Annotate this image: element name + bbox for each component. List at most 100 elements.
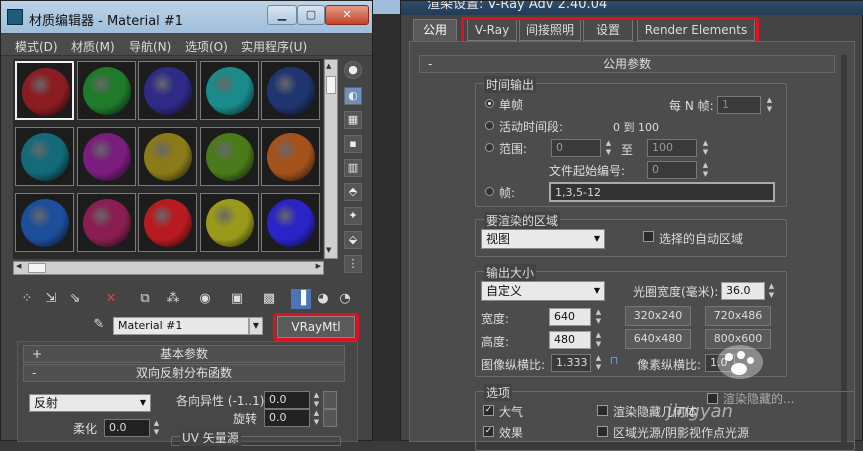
image-aspect-field[interactable]: 1.333 [551, 354, 591, 372]
width-spinner[interactable]: ▲ ▼ [594, 308, 603, 326]
make-unique-icon[interactable]: ⧉ [135, 289, 155, 309]
put-to-scene-icon[interactable]: ⇲ [41, 289, 61, 309]
anisotropy-map-button[interactable] [323, 391, 337, 409]
soften-field[interactable]: 0.0 [104, 419, 150, 437]
frames-field[interactable]: 1,3,5-12 [549, 182, 775, 202]
menu-utilities[interactable]: 实用程序(U) [241, 38, 307, 55]
assign-to-selection-icon[interactable]: ⇘ [65, 289, 85, 309]
get-material-icon[interactable]: ⁘ [17, 289, 37, 309]
menu-options[interactable]: 选项(O) [185, 38, 228, 55]
tab-common[interactable]: 公用 [413, 19, 457, 41]
effects-checkbox[interactable]: ✓ [483, 426, 494, 437]
height-spinner[interactable]: ▲ ▼ [594, 331, 603, 349]
frames-radio[interactable] [485, 187, 494, 196]
show-end-result-icon[interactable]: ▣ [227, 289, 247, 309]
preset-640x480-button[interactable]: 640x480 [625, 329, 691, 349]
single-frame-radio[interactable] [485, 99, 494, 108]
aperture-width-field[interactable]: 36.0 [721, 282, 765, 300]
close-button[interactable]: ✕ [325, 5, 369, 25]
soften-spinner[interactable]: ▲ ▼ [152, 419, 161, 437]
render-hidden-cut-checkbox[interactable] [707, 393, 718, 404]
anisotropy-field[interactable]: 0.0 [264, 391, 310, 409]
range-radio[interactable] [485, 143, 494, 152]
material-sample-slot[interactable] [261, 127, 320, 186]
material-name-dropdown-arrow[interactable]: ▼ [249, 317, 263, 335]
frames-label: 帧: [499, 186, 516, 200]
material-sample-slot[interactable] [15, 127, 74, 186]
file-start-number-spinner[interactable]: ▲ ▼ [701, 161, 710, 179]
rotation-field[interactable]: 0.0 [264, 409, 310, 427]
material-sample-slot[interactable] [199, 193, 259, 252]
maximize-button[interactable]: ▢ [297, 5, 325, 25]
sample-uv-tiling-icon[interactable]: ▪ [344, 135, 362, 153]
make-preview-icon[interactable]: ⬘ [344, 183, 362, 201]
rotation-spinner[interactable]: ▲ ▼ [312, 409, 321, 427]
options-group: 选项 [475, 384, 855, 451]
material-navigator-icon[interactable]: ⋮ [344, 255, 362, 273]
material-sample-slot[interactable] [199, 127, 259, 186]
options-icon[interactable]: ✦ [344, 207, 362, 225]
material-sample-slot[interactable] [138, 127, 197, 186]
range-to-spinner[interactable]: ▲ ▼ [701, 139, 710, 157]
output-size-preset-dropdown[interactable]: 自定义 ▼ [481, 281, 605, 301]
minimize-button[interactable]: ▁ [267, 5, 297, 25]
material-sample-slot[interactable] [138, 61, 197, 120]
select-by-material-icon[interactable]: ⬙ [344, 231, 362, 249]
eyedropper-icon[interactable]: ✎ [89, 315, 109, 335]
reset-map-icon[interactable]: ✕ [101, 289, 121, 309]
common-parameters-rollout[interactable]: - 公用参数 [419, 55, 835, 73]
backlight-icon[interactable]: ◐ [344, 87, 362, 105]
app-icon [7, 9, 23, 25]
slots-horizontal-scrollbar[interactable]: ◀ ▶ [13, 261, 324, 275]
menu-navigation[interactable]: 导航(N) [129, 38, 171, 55]
material-sample-slot[interactable] [76, 127, 136, 186]
go-to-parent-icon[interactable]: ▐ [291, 289, 311, 309]
file-start-number-field[interactable]: 0 [647, 161, 697, 179]
rotation-map-button[interactable] [323, 409, 337, 427]
every-nth-frame-spinner[interactable]: ▲ ▼ [765, 96, 774, 114]
menu-mode[interactable]: 模式(D) [15, 38, 58, 55]
put-to-library-icon[interactable]: ⁂ [163, 289, 183, 309]
material-sample-slot[interactable] [261, 61, 320, 120]
material-id-channel-icon[interactable]: ◉ [195, 289, 215, 309]
brdf-rollout[interactable]: - 双向反射分布函数 [23, 364, 345, 382]
material-sample-slot[interactable] [199, 61, 259, 120]
show-map-in-viewport-icon[interactable]: ▩ [259, 289, 279, 309]
render-hidden-geometry-checkbox[interactable] [597, 405, 608, 416]
auto-region-checkbox[interactable] [643, 231, 654, 242]
rollout-scrollbar[interactable] [841, 55, 847, 442]
active-time-segment-radio[interactable] [485, 121, 494, 130]
basic-parameters-rollout[interactable]: + 基本参数 [23, 345, 345, 363]
rotation-label: 旋转 [233, 412, 258, 426]
height-field[interactable]: 480 [549, 331, 591, 349]
preset-320x240-button[interactable]: 320x240 [625, 306, 691, 326]
width-field[interactable]: 640 [549, 308, 591, 326]
material-sample-slot[interactable] [76, 61, 136, 120]
preset-720x486-button[interactable]: 720x486 [705, 306, 771, 326]
menu-material[interactable]: 材质(M) [71, 38, 115, 55]
sample-type-sphere-icon[interactable]: ● [344, 61, 362, 79]
every-nth-frame-field[interactable]: 1 [717, 96, 761, 114]
anisotropy-spinner[interactable]: ▲ ▼ [312, 391, 321, 409]
image-aspect-spinner[interactable]: ▲ ▼ [594, 354, 603, 372]
range-from-spinner[interactable]: ▲ ▼ [604, 139, 613, 157]
material-sample-slot[interactable] [76, 193, 136, 252]
material-sample-slot[interactable] [138, 193, 197, 252]
range-to-field[interactable]: 100 [647, 139, 697, 157]
slots-vertical-scrollbar[interactable]: ▲ ▼ [324, 59, 338, 259]
image-aspect-lock-icon[interactable]: ⊓ [607, 354, 621, 372]
area-to-render-dropdown[interactable]: 视图 ▼ [481, 229, 605, 249]
go-forward-to-sibling-icon[interactable]: ◕ [313, 289, 333, 309]
background-checker-icon[interactable]: ▦ [344, 111, 362, 129]
range-from-field[interactable]: 0 [551, 139, 601, 157]
area-lights-as-points-checkbox[interactable] [597, 426, 608, 437]
atmospherics-checkbox[interactable]: ✓ [483, 405, 494, 416]
material-sample-slot[interactable] [261, 193, 320, 252]
material-sample-slot[interactable] [15, 193, 74, 252]
material-name-field[interactable]: Material #1 [113, 317, 249, 335]
aperture-width-spinner[interactable]: ▲ ▼ [767, 282, 776, 300]
brdf-type-dropdown[interactable]: 反射 ▼ [29, 394, 151, 412]
pick-from-object-icon[interactable]: ◔ [335, 289, 355, 309]
video-color-check-icon[interactable]: ▥ [344, 159, 362, 177]
material-sample-slot[interactable] [15, 61, 74, 120]
